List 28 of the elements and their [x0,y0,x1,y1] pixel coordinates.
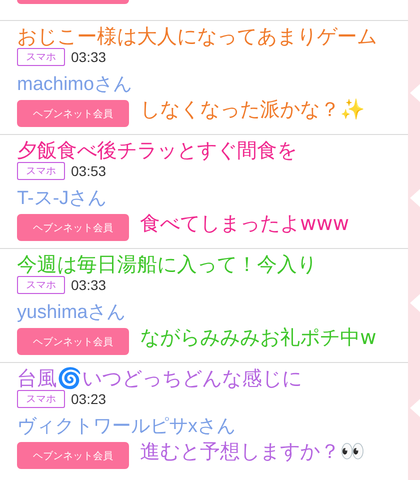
post-time: 03:53 [71,163,106,179]
member-badge[interactable]: ヘブンネット会員 [17,328,129,355]
left-arrow-icon[interactable] [410,398,420,416]
device-tag: スマホ [17,276,65,294]
user-name[interactable]: yushimaさん [17,299,126,325]
member-badge[interactable]: ヘブンネット会員 [17,214,129,241]
user-name[interactable]: T-ス-Jさん [17,185,107,211]
user-name[interactable]: ヴィクトワールピサxさん [17,413,236,439]
device-tag: スマホ [17,390,65,408]
left-arrow-icon[interactable] [410,294,420,312]
caption-text: しなくなった派かな？✨ [140,97,365,121]
post-time: 03:33 [71,49,106,65]
left-arrow-icon[interactable] [410,188,420,206]
post-time: 03:33 [71,277,106,293]
device-tag: スマホ [17,48,65,66]
caption-text: 今週は毎日湯船に入って！今入り [17,252,317,276]
caption-text: 進むと予想しますか？👀 [140,439,365,463]
member-badge[interactable]: ヘブンネット会員 [17,100,129,127]
post-time: 03:23 [71,391,106,407]
caption-text: おじこー様は大人になってあまりゲーム [17,24,377,48]
user-name[interactable]: machimoさん [17,71,132,97]
member-badge[interactable]: ヘブンネット会員 [17,442,129,469]
caption-text: 台風🌀いつどっちどんな感じに [17,366,302,390]
caption-text: 夕飯食べ後チラッとすぐ間食を [17,138,297,162]
caption-text: 食べてしまったよwww [140,211,350,235]
caption-text: ながらみみみお礼ポチ中w [140,325,376,349]
left-arrow-icon[interactable] [410,84,420,102]
device-tag: スマホ [17,162,65,180]
